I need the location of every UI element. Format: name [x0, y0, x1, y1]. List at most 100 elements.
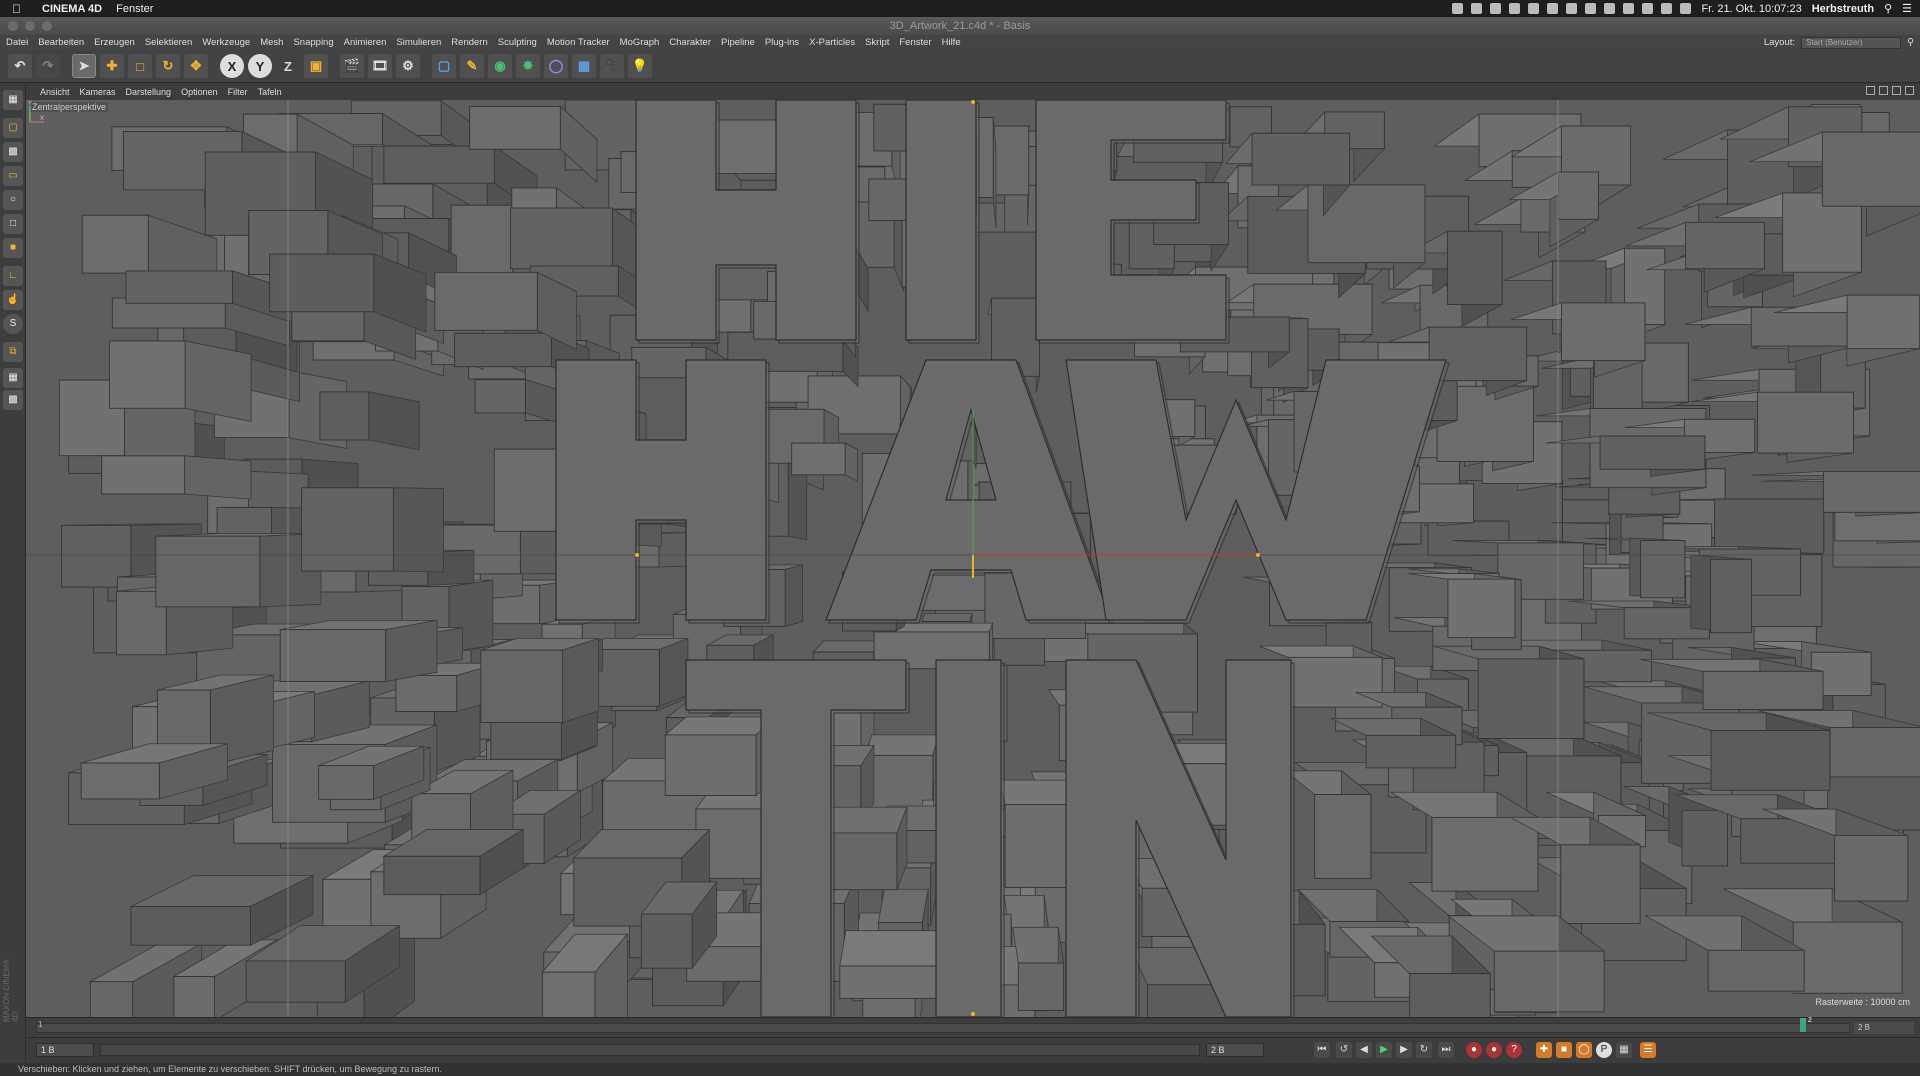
make-editable-icon[interactable]: ▦ [3, 90, 23, 110]
next-frame-icon[interactable]: ▶ [1396, 1042, 1412, 1058]
app-name-menu[interactable]: CINEMA 4D [42, 3, 102, 15]
display-icon[interactable] [1509, 3, 1521, 14]
timeline-ruler[interactable] [36, 1023, 1850, 1033]
end-frame-field[interactable]: 2 B [1206, 1043, 1264, 1057]
axis-z-toggle[interactable]: Z [276, 54, 300, 78]
record-parameter-icon[interactable]: P [1596, 1042, 1612, 1058]
view-menu-kameras[interactable]: Kameras [80, 87, 116, 97]
menu-snapping[interactable]: Snapping [293, 37, 333, 48]
frame-range-slider[interactable] [100, 1044, 1200, 1056]
pen-spline-icon[interactable]: ✎ [460, 54, 484, 78]
menu-mesh[interactable]: Mesh [260, 37, 283, 48]
dropbox-icon[interactable] [1471, 3, 1483, 14]
move-tool-icon[interactable]: ✚ [100, 54, 124, 78]
notification-center-icon[interactable]: ☰ [1902, 2, 1912, 15]
spotlight-icon[interactable]: ⚲ [1884, 2, 1892, 15]
view-layout-icon[interactable] [1905, 86, 1914, 95]
render-view-icon[interactable]: 🎬 [340, 54, 364, 78]
light-icon[interactable]: 💡 [628, 54, 652, 78]
menu-plug-ins[interactable]: Plug-ins [765, 37, 799, 48]
3d-viewport[interactable]: Zentralperspektive Y X Rasterweite : 100… [26, 100, 1920, 1017]
view-menu-ansicht[interactable]: Ansicht [40, 87, 70, 97]
go-to-start-icon[interactable]: ⏮ [1314, 1042, 1330, 1058]
view-pan-icon[interactable] [1866, 86, 1875, 95]
cloner-icon[interactable]: ✸ [516, 54, 540, 78]
transform-tool-icon[interactable]: ✥ [184, 54, 208, 78]
scale-tool-icon[interactable]: □ [128, 54, 152, 78]
c-icon[interactable] [1528, 3, 1540, 14]
auto-keying-icon[interactable]: ● [1486, 1042, 1502, 1058]
model-mode-icon[interactable]: ▢ [3, 118, 23, 138]
menu-x-particles[interactable]: X-Particles [809, 37, 855, 48]
keyframe-selection-icon[interactable]: ? [1506, 1042, 1522, 1058]
close-window-button[interactable] [8, 21, 18, 31]
view-menu-darstellung[interactable]: Darstellung [126, 87, 172, 97]
render-picture-viewer-icon[interactable]: 🎞 [368, 54, 392, 78]
record-keys-icon[interactable]: ● [1466, 1042, 1482, 1058]
menu-fenster[interactable]: Fenster [116, 3, 153, 15]
volume-icon[interactable] [1642, 3, 1654, 14]
render-settings-icon[interactable]: ⚙ [396, 54, 420, 78]
cube-primitive-icon[interactable]: ▢ [432, 54, 456, 78]
menu-skript[interactable]: Skript [865, 37, 889, 48]
camera-icon[interactable]: 🎥 [600, 54, 624, 78]
grid-snap-icon[interactable]: ▩ [3, 390, 23, 410]
timeline-playhead[interactable]: 2 [1800, 1017, 1812, 1032]
view-menu-tafeln[interactable]: Tafeln [258, 87, 282, 97]
deformer-icon[interactable]: ◯ [544, 54, 568, 78]
tweak-mode-icon[interactable]: ☝ [3, 290, 23, 310]
location-icon[interactable] [1585, 3, 1597, 14]
next-key-icon[interactable]: ↻ [1416, 1042, 1432, 1058]
workplane-mode-icon[interactable]: ▭ [3, 166, 23, 186]
record-position-icon[interactable]: ✚ [1536, 1042, 1552, 1058]
bluetooth-icon[interactable] [1604, 3, 1616, 14]
menu-animieren[interactable]: Animieren [344, 37, 387, 48]
menu-simulieren[interactable]: Simulieren [396, 37, 441, 48]
menu-motion-tracker[interactable]: Motion Tracker [547, 37, 610, 48]
menu-selektieren[interactable]: Selektieren [145, 37, 193, 48]
view-rotate-icon[interactable] [1892, 86, 1901, 95]
floor-icon[interactable]: ▦ [572, 54, 596, 78]
battery-icon[interactable] [1661, 3, 1673, 14]
creative-cloud-icon[interactable] [1452, 3, 1464, 14]
axis-mode-icon[interactable]: ∟ [3, 266, 23, 286]
menu-fenster-app[interactable]: Fenster [899, 37, 931, 48]
solo-mode-icon[interactable]: S [3, 314, 23, 334]
redo-icon[interactable]: ↷ [36, 54, 60, 78]
play-icon[interactable]: ▶ [1376, 1042, 1392, 1058]
axis-x-toggle[interactable]: X [220, 54, 244, 78]
previous-key-icon[interactable]: ↺ [1336, 1042, 1352, 1058]
rotate-tool-icon[interactable]: ↻ [156, 54, 180, 78]
search-icon[interactable]: ⚲ [1907, 37, 1914, 48]
view-zoom-icon[interactable] [1879, 86, 1888, 95]
snap-icon[interactable]: ⧉ [3, 342, 23, 362]
apple-icon[interactable]:  [12, 2, 30, 16]
clock[interactable]: Fr. 21. Okt. 10:07:23 [1701, 3, 1801, 15]
menu-charakter[interactable]: Charakter [669, 37, 711, 48]
wifi-icon[interactable] [1680, 3, 1692, 14]
polygons-mode-icon[interactable]: ■ [3, 238, 23, 258]
edges-mode-icon[interactable]: □ [3, 214, 23, 234]
timeline-window-icon[interactable]: ☰ [1640, 1042, 1656, 1058]
menu-werkzeuge[interactable]: Werkzeuge [202, 37, 250, 48]
view-menu-optionen[interactable]: Optionen [181, 87, 218, 97]
menu-mograph[interactable]: MoGraph [620, 37, 660, 48]
window-icon[interactable] [1566, 3, 1578, 14]
undo-icon[interactable]: ↶ [8, 54, 32, 78]
workplane-lock-icon[interactable]: ▦ [3, 368, 23, 388]
select-arrow-icon[interactable]: ➤ [72, 54, 96, 78]
coordinate-system-icon[interactable]: ▣ [304, 54, 328, 78]
menu-rendern[interactable]: Rendern [451, 37, 487, 48]
record-rotation-icon[interactable]: ◯ [1576, 1042, 1592, 1058]
zoom-window-button[interactable] [42, 21, 52, 31]
user-name[interactable]: Herbstreuth [1812, 3, 1874, 15]
view-menu-filter[interactable]: Filter [228, 87, 248, 97]
minimize-window-button[interactable] [25, 21, 35, 31]
notes-icon[interactable] [1490, 3, 1502, 14]
time-machine-icon[interactable] [1623, 3, 1635, 14]
current-frame-field[interactable]: 1 B [36, 1043, 94, 1057]
subdivision-icon[interactable]: ◉ [488, 54, 512, 78]
go-to-end-icon[interactable]: ⏭ [1438, 1042, 1454, 1058]
checklist-icon[interactable] [1547, 3, 1559, 14]
points-mode-icon[interactable]: ○ [3, 190, 23, 210]
